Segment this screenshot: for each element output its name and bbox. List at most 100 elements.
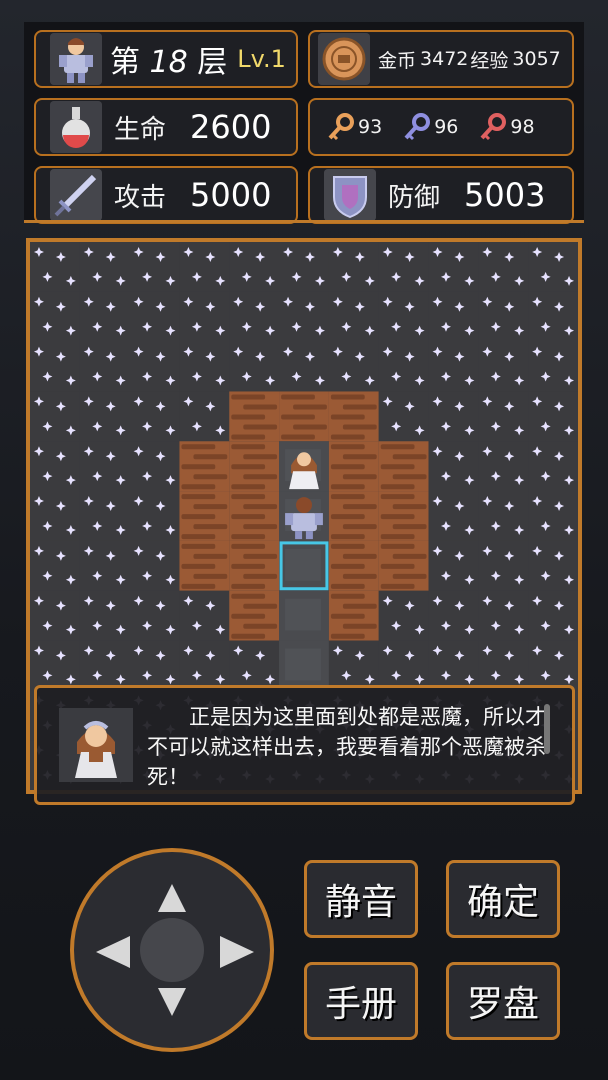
wall-tile <box>378 491 429 541</box>
starfield-tile <box>179 640 230 691</box>
starfield-tile <box>30 540 80 591</box>
starfield-tile <box>428 242 479 292</box>
arrow-right-icon[interactable] <box>220 936 254 968</box>
wall-tile <box>328 540 379 591</box>
keys-panel: 93 96 98 <box>308 98 574 156</box>
wall-tile <box>229 441 280 492</box>
wall-tile <box>229 391 280 442</box>
starfield-tile <box>179 242 230 292</box>
arrow-down-icon[interactable] <box>158 988 186 1016</box>
hp-panel: 生命 2600 <box>34 98 298 156</box>
starfield-tile <box>79 291 130 342</box>
starfield-tile <box>478 341 529 392</box>
starfield-tile <box>528 441 578 492</box>
starfield-tile <box>179 341 230 392</box>
starfield-tile <box>279 341 329 392</box>
arrow-left-icon[interactable] <box>96 936 130 968</box>
starfield-tile <box>328 291 379 342</box>
wall-tile <box>328 391 379 442</box>
starfield-tile <box>428 341 479 392</box>
starfield-tile <box>179 291 230 342</box>
confirm-button[interactable]: 确定 <box>446 860 560 938</box>
starfield-tile <box>428 640 479 691</box>
level-indicator: Lv.1 <box>237 45 286 73</box>
wall-tile <box>179 540 230 591</box>
wall-tile <box>328 590 379 641</box>
wall-tile <box>279 391 329 442</box>
gold-value: 3472 <box>420 48 469 70</box>
starfield-tile <box>179 391 230 442</box>
starfield-tile <box>528 491 578 541</box>
dpad-center[interactable] <box>140 918 204 982</box>
starfield-tile <box>129 441 180 492</box>
compass-button[interactable]: 罗盘 <box>446 962 560 1040</box>
yellow-key-count: 93 <box>358 116 383 138</box>
arrow-up-icon[interactable] <box>158 884 186 912</box>
direction-pad[interactable] <box>70 848 274 1052</box>
starfield-tile <box>129 391 180 442</box>
starfield-tile <box>129 341 180 392</box>
wall-tile <box>229 540 280 591</box>
starfield-tile <box>30 640 80 691</box>
starfield-tile <box>478 640 529 691</box>
floor-number: 18 <box>149 45 188 80</box>
starfield-tile <box>229 341 280 392</box>
hero-portrait-icon <box>50 33 102 85</box>
wall-tile <box>229 491 280 541</box>
starfield-tile <box>378 291 429 342</box>
mute-button[interactable]: 静音 <box>304 860 418 938</box>
red-key-count: 98 <box>510 116 535 138</box>
blue-key-item: 96 <box>402 112 458 142</box>
hp-value: 2600 <box>190 108 272 146</box>
starfield-tile <box>129 491 180 541</box>
starfield-tile <box>229 291 280 342</box>
exp-label: 经验 <box>470 49 509 72</box>
starfield-tile <box>428 491 479 541</box>
starfield-tile <box>30 590 80 641</box>
manual-button[interactable]: 手册 <box>304 962 418 1040</box>
starfield-tile <box>129 291 180 342</box>
starfield-tile <box>378 341 429 392</box>
starfield-tile <box>428 441 479 492</box>
starfield-tile <box>30 491 80 541</box>
starfield-tile <box>478 590 529 641</box>
starfield-tile <box>79 640 130 691</box>
wall-tile <box>378 540 429 591</box>
starfield-tile <box>378 242 429 292</box>
gold-exp-panel: 金币 3472 经验 3057 <box>308 30 574 88</box>
dialog-box[interactable]: 正是因为这里面到处都是恶魔，所以才不可以就这样出去，我要看着那个恶魔被杀死！ <box>34 685 575 805</box>
starfield-tile <box>229 640 280 691</box>
dialog-scrollbar[interactable] <box>544 704 550 754</box>
starfield-tile <box>478 491 529 541</box>
fairy-portrait-icon <box>59 708 133 782</box>
starfield-tile <box>428 540 479 591</box>
starfield-tile <box>179 590 230 641</box>
starfield-tile <box>528 341 578 392</box>
floor-tile <box>279 540 329 591</box>
wall-tile <box>328 441 379 492</box>
starfield-tile <box>229 242 280 292</box>
starfield-tile <box>328 640 379 691</box>
starfield-tile <box>79 391 130 442</box>
shield-icon <box>324 169 376 221</box>
starfield-tile <box>428 291 479 342</box>
starfield-tile <box>528 590 578 641</box>
starfield-tile <box>30 341 80 392</box>
starfield-tile <box>79 441 130 492</box>
starfield-tile <box>528 640 578 691</box>
wall-tile <box>179 491 230 541</box>
hud-divider <box>24 220 584 223</box>
defense-value: 5003 <box>464 176 546 214</box>
starfield-tile <box>30 441 80 492</box>
starfield-tile <box>528 291 578 342</box>
attack-value: 5000 <box>190 176 272 214</box>
starfield-tile <box>129 640 180 691</box>
wall-tile <box>179 441 230 492</box>
yellow-key-icon <box>328 113 354 141</box>
gold-label: 金币 <box>378 49 417 72</box>
starfield-tile <box>428 391 479 442</box>
starfield-tile <box>328 242 379 292</box>
status-hud: 第 18 层 Lv.1 金币 3472 经验 3057 生命 2600 93 9… <box>24 22 584 224</box>
wall-tile <box>229 590 280 641</box>
starfield-tile <box>79 491 130 541</box>
